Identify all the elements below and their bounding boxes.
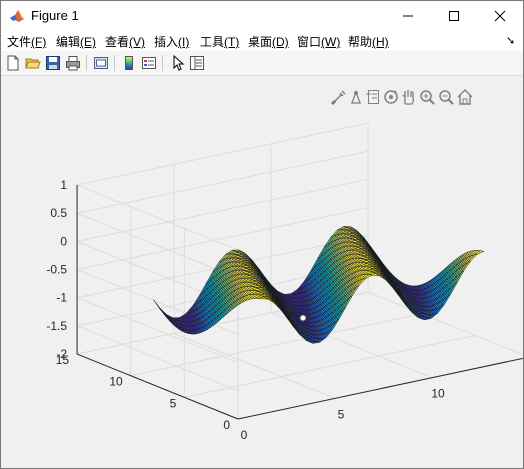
y-tick-label: 0 — [223, 418, 230, 432]
x-tick-label: 0 — [241, 428, 248, 442]
surface-mesh — [153, 226, 485, 344]
data-cursor-marker — [299, 314, 307, 322]
axis-line — [76, 353, 239, 420]
grid-line — [76, 122, 369, 186]
z-tick-label: -0.5 — [46, 263, 67, 277]
z-tick-label: 0.5 — [50, 206, 67, 220]
grid-line — [76, 178, 369, 242]
z-tick-label: 1 — [60, 178, 67, 192]
figure-window: Figure 1 文件(F) 编辑(E) 查看(V) 插入(I) 工具(T) 桌… — [0, 0, 524, 469]
y-tick-label: 15 — [56, 353, 70, 367]
surface-plot-axes[interactable]: 10.50-0.5-1-1.5-2151050051015 — [1, 1, 523, 468]
axis-line — [237, 357, 523, 420]
grid-line — [76, 212, 239, 279]
z-tick-label: -1.5 — [46, 319, 67, 333]
grid-line — [76, 184, 239, 251]
z-tick-label: 0 — [60, 234, 67, 248]
y-tick-label: 10 — [109, 375, 123, 389]
y-tick-label: 5 — [170, 396, 177, 410]
z-tick-label: -1 — [56, 291, 67, 305]
x-tick-label: 5 — [338, 407, 345, 421]
grid-line — [76, 150, 369, 214]
x-tick-label: 10 — [431, 387, 445, 401]
grid-line — [173, 332, 336, 399]
